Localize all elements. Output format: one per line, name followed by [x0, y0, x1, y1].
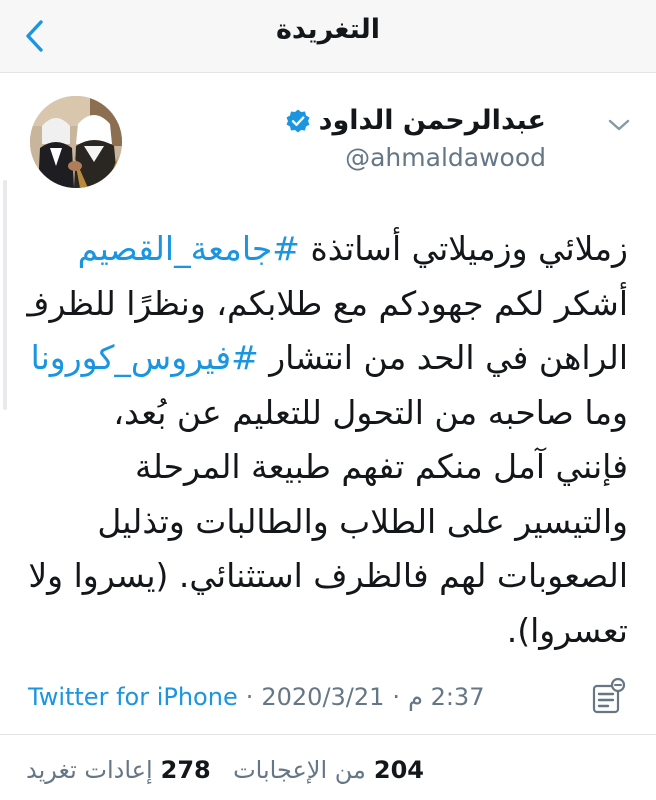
retweets-stat[interactable]: 278 إعادات تغريد — [26, 756, 211, 784]
tweet-text-line: زملائي وزميلاتي أساتذة #جامعة_القصيم — [26, 222, 628, 277]
avatar-photo — [30, 96, 122, 188]
meta-separator: · — [245, 683, 254, 711]
top-nav-bar: التغريدة — [0, 0, 656, 73]
tweet-text-line: والتيسير على الطلاب والطالبات وتذليل — [26, 495, 628, 550]
tweet-text-segment: وما صاحبه من التحول للتعليم عن بُعد، — [113, 392, 628, 432]
tweet-meta: Twitter for iPhone · 2020/3/21 · 2:37 م — [28, 680, 596, 714]
page-title: التغريدة — [275, 14, 381, 45]
tweet-text-line: أشكر لكم جهودكم مع طلابكم، ونظرًا للظرف — [26, 277, 628, 332]
tweet-text-segment: الصعوبات لهم فالظرف استثنائي. (يسروا ولا — [28, 556, 628, 595]
tweet-text-segment: والتيسير على الطلاب والطالبات وتذليل — [97, 501, 628, 541]
hashtag-link[interactable]: #جامعة_القصيم — [78, 229, 300, 268]
likes-stat[interactable]: 204 من الإعجابات — [233, 756, 424, 784]
tweet-page: التغريدة عبدالرحمن الداود @ahmaldawood ز… — [0, 0, 656, 800]
chevron-down-icon[interactable] — [604, 110, 634, 140]
retweets-label: إعادات تغريد — [26, 756, 153, 784]
author-name-row: عبدالرحمن الداود — [285, 104, 546, 138]
likes-count: 204 — [373, 756, 424, 784]
likes-label: من الإعجابات — [233, 756, 366, 784]
tweet-text-segment: زملائي وزميلاتي أساتذة — [299, 229, 628, 268]
likes-count-group[interactable]: 204 من الإعجابات — [233, 756, 424, 784]
tweet-text-line: تعسروا). — [26, 604, 628, 659]
tweet-text-line: الراهن في الحد من انتشار #فيروس_كورونا — [26, 331, 628, 386]
tweet-text: زملائي وزميلاتي أساتذة #جامعة_القصيم أشكر… — [26, 222, 628, 658]
hashtag-link[interactable]: #فيروس_كورونا — [31, 338, 259, 377]
tweet-text-segment: فإنني آمل منكم تفهم طبيعة المرحلة — [135, 447, 628, 486]
retweets-count: 278 — [160, 756, 211, 784]
tweet-date: 2020/3/21 — [261, 683, 385, 711]
scrollbar[interactable] — [3, 180, 7, 410]
tweet-text-segment: الراهن في الحد من انتشار — [258, 338, 628, 377]
avatar[interactable] — [30, 96, 122, 188]
tweet-text-segment: تعسروا). — [506, 610, 628, 650]
meta-separator: · — [392, 683, 401, 711]
author-block[interactable]: عبدالرحمن الداود @ahmaldawood — [285, 104, 546, 174]
tweet-time: 2:37 م — [408, 683, 485, 711]
tweet-text-line: الصعوبات لهم فالظرف استثنائي. (يسروا ولا — [26, 549, 628, 604]
verified-badge-icon — [286, 109, 310, 133]
tweet-text-segment: أشكر لكم جهودكم مع طلابكم، ونظرًا للظرف — [26, 283, 628, 323]
author-name[interactable]: عبدالرحمن الداود — [319, 104, 546, 138]
tweet-source-link[interactable]: Twitter for iPhone — [28, 683, 238, 711]
divider — [0, 734, 656, 735]
tweet-text-line: فإنني آمل منكم تفهم طبيعة المرحلة — [26, 440, 628, 495]
author-handle[interactable]: @ahmaldawood — [285, 142, 546, 174]
tweet-text-line: وما صاحبه من التحول للتعليم عن بُعد، — [26, 386, 628, 441]
